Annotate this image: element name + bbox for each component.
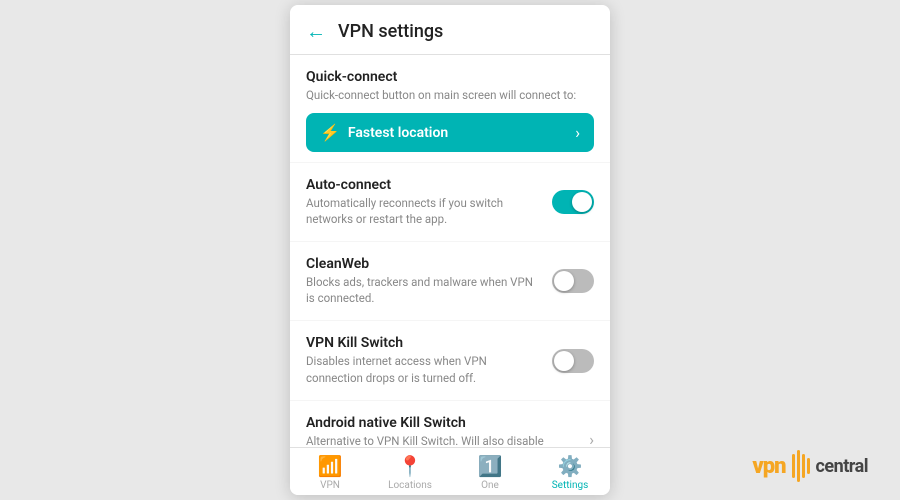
locations-nav-icon: 📍 [398, 454, 423, 478]
toggle-knob-2 [554, 271, 574, 291]
auto-connect-desc: Automatically reconnects if you switch n… [306, 195, 540, 227]
quick-connect-label: Quick-connect [306, 69, 594, 85]
quick-connect-section: Quick-connect Quick-connect button on ma… [290, 55, 610, 162]
vpncentral-badge: vpn central [752, 450, 868, 482]
auto-connect-text: Auto-connect Automatically reconnects if… [306, 177, 540, 227]
settings-nav-label: Settings [552, 480, 589, 491]
auto-connect-label: Auto-connect [306, 177, 540, 193]
toggle-knob-3 [554, 351, 574, 371]
android-kill-switch-desc: Alternative to VPN Kill Switch. Will als… [306, 433, 577, 447]
fastest-location-button[interactable]: ⚡ Fastest location › [306, 113, 594, 152]
cleanweb-row: CleanWeb Blocks ads, trackers and malwar… [290, 242, 610, 320]
cleanweb-label: CleanWeb [306, 256, 540, 272]
one-nav-label: One [481, 480, 499, 491]
kill-switch-toggle[interactable] [552, 349, 594, 373]
bolt-icon: ⚡ [320, 123, 340, 142]
central-brand-text: central [816, 456, 868, 477]
kill-switch-text: VPN Kill Switch Disables internet access… [306, 335, 540, 385]
one-nav-icon: 1️⃣ [478, 454, 503, 478]
nav-item-vpn[interactable]: 📶 VPN [290, 454, 370, 491]
android-kill-switch-text: Android native Kill Switch Alternative t… [306, 415, 577, 447]
vpn-nav-label: VPN [320, 480, 340, 491]
kill-switch-label: VPN Kill Switch [306, 335, 540, 351]
nav-item-one[interactable]: 1️⃣ One [450, 454, 530, 491]
nav-item-settings[interactable]: ⚙️ Settings [530, 454, 610, 491]
chevron-right-icon: › [575, 123, 580, 142]
kill-switch-desc: Disables internet access when VPN connec… [306, 353, 540, 385]
android-kill-switch-row[interactable]: Android native Kill Switch Alternative t… [290, 401, 610, 447]
auto-connect-toggle[interactable] [552, 190, 594, 214]
vpn-nav-icon: 📶 [318, 454, 343, 478]
android-kill-chevron-icon: › [589, 430, 594, 447]
fastest-location-text: Fastest location [348, 125, 448, 141]
locations-nav-label: Locations [388, 480, 432, 491]
quick-connect-desc: Quick-connect button on main screen will… [306, 87, 594, 103]
page-title: VPN settings [338, 21, 443, 42]
android-kill-switch-label: Android native Kill Switch [306, 415, 577, 431]
phone-container: ← VPN settings Quick-connect Quick-conne… [290, 5, 610, 495]
settings-header: ← VPN settings [290, 5, 610, 55]
vpn-brand-text: vpn [752, 454, 785, 479]
cleanweb-text: CleanWeb Blocks ads, trackers and malwar… [306, 256, 540, 306]
fastest-location-left: ⚡ Fastest location [320, 123, 448, 142]
cleanweb-desc: Blocks ads, trackers and malware when VP… [306, 274, 540, 306]
toggle-knob [572, 192, 592, 212]
settings-nav-icon: ⚙️ [558, 454, 583, 478]
kill-switch-row: VPN Kill Switch Disables internet access… [290, 321, 610, 399]
nav-item-locations[interactable]: 📍 Locations [370, 454, 450, 491]
scroll-area: Quick-connect Quick-connect button on ma… [290, 55, 610, 447]
vpncentral-bars-icon [792, 450, 810, 482]
cleanweb-toggle[interactable] [552, 269, 594, 293]
auto-connect-row: Auto-connect Automatically reconnects if… [290, 163, 610, 241]
bottom-nav: 📶 VPN 📍 Locations 1️⃣ One ⚙️ Settings [290, 447, 610, 495]
back-button[interactable]: ← [306, 19, 326, 44]
